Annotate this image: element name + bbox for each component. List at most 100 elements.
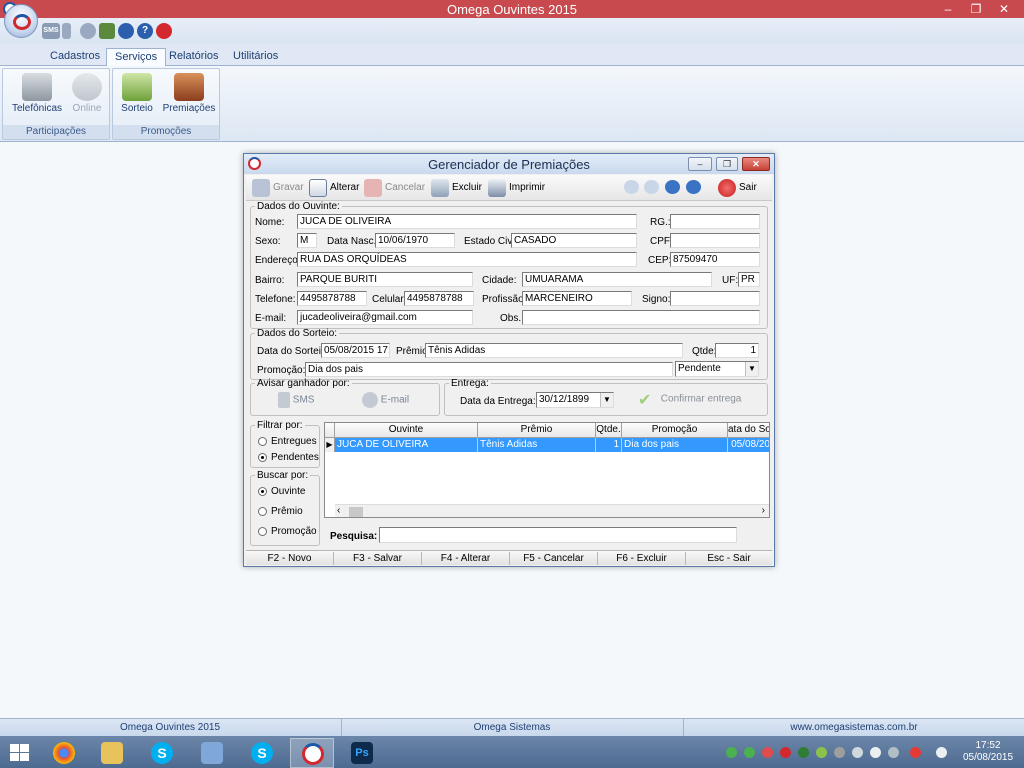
confirmar-entrega-button[interactable]: ✔ Confirmar entrega: [638, 390, 741, 409]
cell-qtde[interactable]: 1: [596, 438, 622, 452]
cell-premio[interactable]: Tênis Adidas: [478, 438, 596, 452]
tray-check-icon[interactable]: [726, 747, 737, 758]
mobile-icon[interactable]: [62, 23, 71, 39]
tab-servicos[interactable]: Serviços: [106, 48, 167, 66]
rg-field[interactable]: [670, 214, 760, 229]
minimize-button[interactable]: –: [934, 0, 962, 18]
excluir-button[interactable]: Excluir: [431, 178, 482, 198]
cep-field[interactable]: 87509470: [670, 252, 760, 267]
data-sorteio-field[interactable]: 05/08/2015 17:5: [321, 343, 390, 358]
premio-field[interactable]: Tênis Adidas: [425, 343, 683, 358]
application-menu-orb[interactable]: [4, 4, 38, 38]
dialog-maximize-button[interactable]: ❐: [716, 157, 738, 171]
nome-field[interactable]: JUCA DE OLIVEIRA: [297, 214, 637, 229]
tray-check-icon[interactable]: [744, 747, 755, 758]
dialog-close-button[interactable]: ✕: [742, 157, 770, 171]
buscar-premio-radio[interactable]: Prêmio: [258, 506, 303, 517]
scroll-left-icon[interactable]: ‹: [337, 505, 340, 516]
fkey-alterar[interactable]: F4 - Alterar: [422, 552, 510, 565]
bairro-field[interactable]: PARQUE BURITI: [297, 272, 473, 287]
grid-header-data[interactable]: ata do Sorte: [728, 423, 769, 438]
tray-flag-icon[interactable]: [870, 747, 881, 758]
cell-promocao[interactable]: Dia dos pais: [622, 438, 728, 452]
taskbar-explorer[interactable]: [90, 738, 134, 768]
taskbar-skype[interactable]: S: [140, 738, 184, 768]
maximize-button[interactable]: ❐: [962, 0, 990, 18]
tab-relatorios[interactable]: Relatórios: [161, 48, 227, 66]
buscar-ouvinte-radio[interactable]: Ouvinte: [258, 486, 305, 497]
tab-utilitarios[interactable]: Utilitários: [225, 48, 286, 66]
profissao-field[interactable]: MARCENEIRO: [522, 291, 632, 306]
fkey-novo[interactable]: F2 - Novo: [246, 552, 334, 565]
tab-cadastros[interactable]: Cadastros: [42, 48, 108, 66]
fkey-salvar[interactable]: F3 - Salvar: [334, 552, 422, 565]
taskbar-omega-ouvintes[interactable]: [290, 738, 334, 768]
power-icon[interactable]: [156, 23, 172, 39]
cidade-field[interactable]: UMUARAMA: [522, 272, 712, 287]
nav-next-icon[interactable]: [665, 180, 680, 194]
grid-header-premio[interactable]: Prêmio: [478, 423, 596, 438]
status-select[interactable]: Pendente ▼: [675, 361, 759, 377]
grid-header-promocao[interactable]: Promoção: [622, 423, 728, 438]
tray-alert-icon[interactable]: [910, 747, 921, 758]
windows-start-icon[interactable]: [10, 744, 30, 762]
cancelar-button[interactable]: Cancelar: [364, 178, 425, 198]
tray-people-icon[interactable]: [834, 747, 845, 758]
chevron-down-icon[interactable]: ▼: [745, 362, 758, 376]
tray-arrows-icon[interactable]: [816, 747, 827, 758]
tray-shield-icon[interactable]: [798, 747, 809, 758]
nav-first-icon[interactable]: [624, 180, 639, 194]
refresh-icon[interactable]: [118, 23, 134, 39]
scroll-right-icon[interactable]: ›: [762, 505, 765, 516]
uf-field[interactable]: PR: [738, 272, 760, 287]
help-icon[interactable]: ?: [137, 23, 153, 39]
email-notify-button[interactable]: E-mail: [362, 392, 409, 408]
imprimir-button[interactable]: Imprimir: [488, 178, 545, 198]
taskbar-skype-2[interactable]: S: [240, 738, 284, 768]
dialog-minimize-button[interactable]: –: [688, 157, 712, 171]
scroll-thumb[interactable]: [349, 507, 363, 517]
globe-icon[interactable]: [80, 23, 96, 39]
fkey-cancelar[interactable]: F5 - Cancelar: [510, 552, 598, 565]
online-button[interactable]: Online: [67, 73, 107, 114]
tray-network-icon[interactable]: [888, 747, 899, 758]
email-field[interactable]: jucadeoliveira@gmail.com: [297, 310, 473, 325]
estado-civil-field[interactable]: CASADO: [511, 233, 637, 248]
telefone-field[interactable]: 4495878788: [297, 291, 367, 306]
taskbar-clock[interactable]: 17:52 05/08/2015: [958, 740, 1018, 764]
fkey-excluir[interactable]: F6 - Excluir: [598, 552, 686, 565]
signo-field[interactable]: [670, 291, 760, 306]
pendentes-radio[interactable]: Pendentes: [258, 452, 319, 463]
tray-omega-icon[interactable]: [780, 747, 791, 758]
sms-button[interactable]: SMS: [278, 392, 314, 408]
gravar-button[interactable]: Gravar: [252, 178, 304, 198]
alterar-button[interactable]: Alterar: [309, 178, 359, 198]
cell-ouvinte[interactable]: JUCA DE OLIVEIRA: [335, 438, 478, 452]
nav-prev-icon[interactable]: [644, 180, 659, 194]
volume-icon[interactable]: [936, 747, 947, 758]
user-icon[interactable]: [99, 23, 115, 39]
taskbar-chrome[interactable]: [42, 738, 86, 768]
obs-field[interactable]: [522, 310, 760, 325]
data-entrega-picker[interactable]: 30/12/1899 ▼: [536, 392, 614, 408]
taskbar-virtualbox[interactable]: [190, 738, 234, 768]
cell-data[interactable]: 05/08/20: [728, 438, 769, 452]
fkey-sair[interactable]: Esc - Sair: [686, 552, 772, 565]
cpf-field[interactable]: [670, 233, 760, 248]
grid-header-qtde[interactable]: Qtde.: [596, 423, 622, 438]
nasc-field[interactable]: 10/06/1970: [375, 233, 455, 248]
grid-horizontal-scrollbar[interactable]: ‹ ›: [335, 504, 769, 517]
celular-field[interactable]: 4495878788: [404, 291, 474, 306]
sexo-field[interactable]: M: [297, 233, 317, 248]
sms-icon[interactable]: SMS: [42, 23, 60, 39]
premiacoes-button[interactable]: Premiações: [161, 73, 217, 114]
promocao-field[interactable]: Dia dos pais: [305, 362, 673, 377]
sair-button[interactable]: Sair: [718, 178, 757, 198]
entregues-radio[interactable]: Entregues: [258, 436, 317, 447]
endereco-field[interactable]: RUA DAS ORQUÍDEAS: [297, 252, 637, 267]
taskbar-photoshop[interactable]: Ps: [340, 738, 384, 768]
telefonicas-button[interactable]: Telefônicas: [9, 73, 65, 114]
pesquisa-input[interactable]: [379, 527, 737, 543]
buscar-promocao-radio[interactable]: Promoção: [258, 526, 317, 537]
chevron-down-icon[interactable]: ▼: [600, 393, 613, 407]
